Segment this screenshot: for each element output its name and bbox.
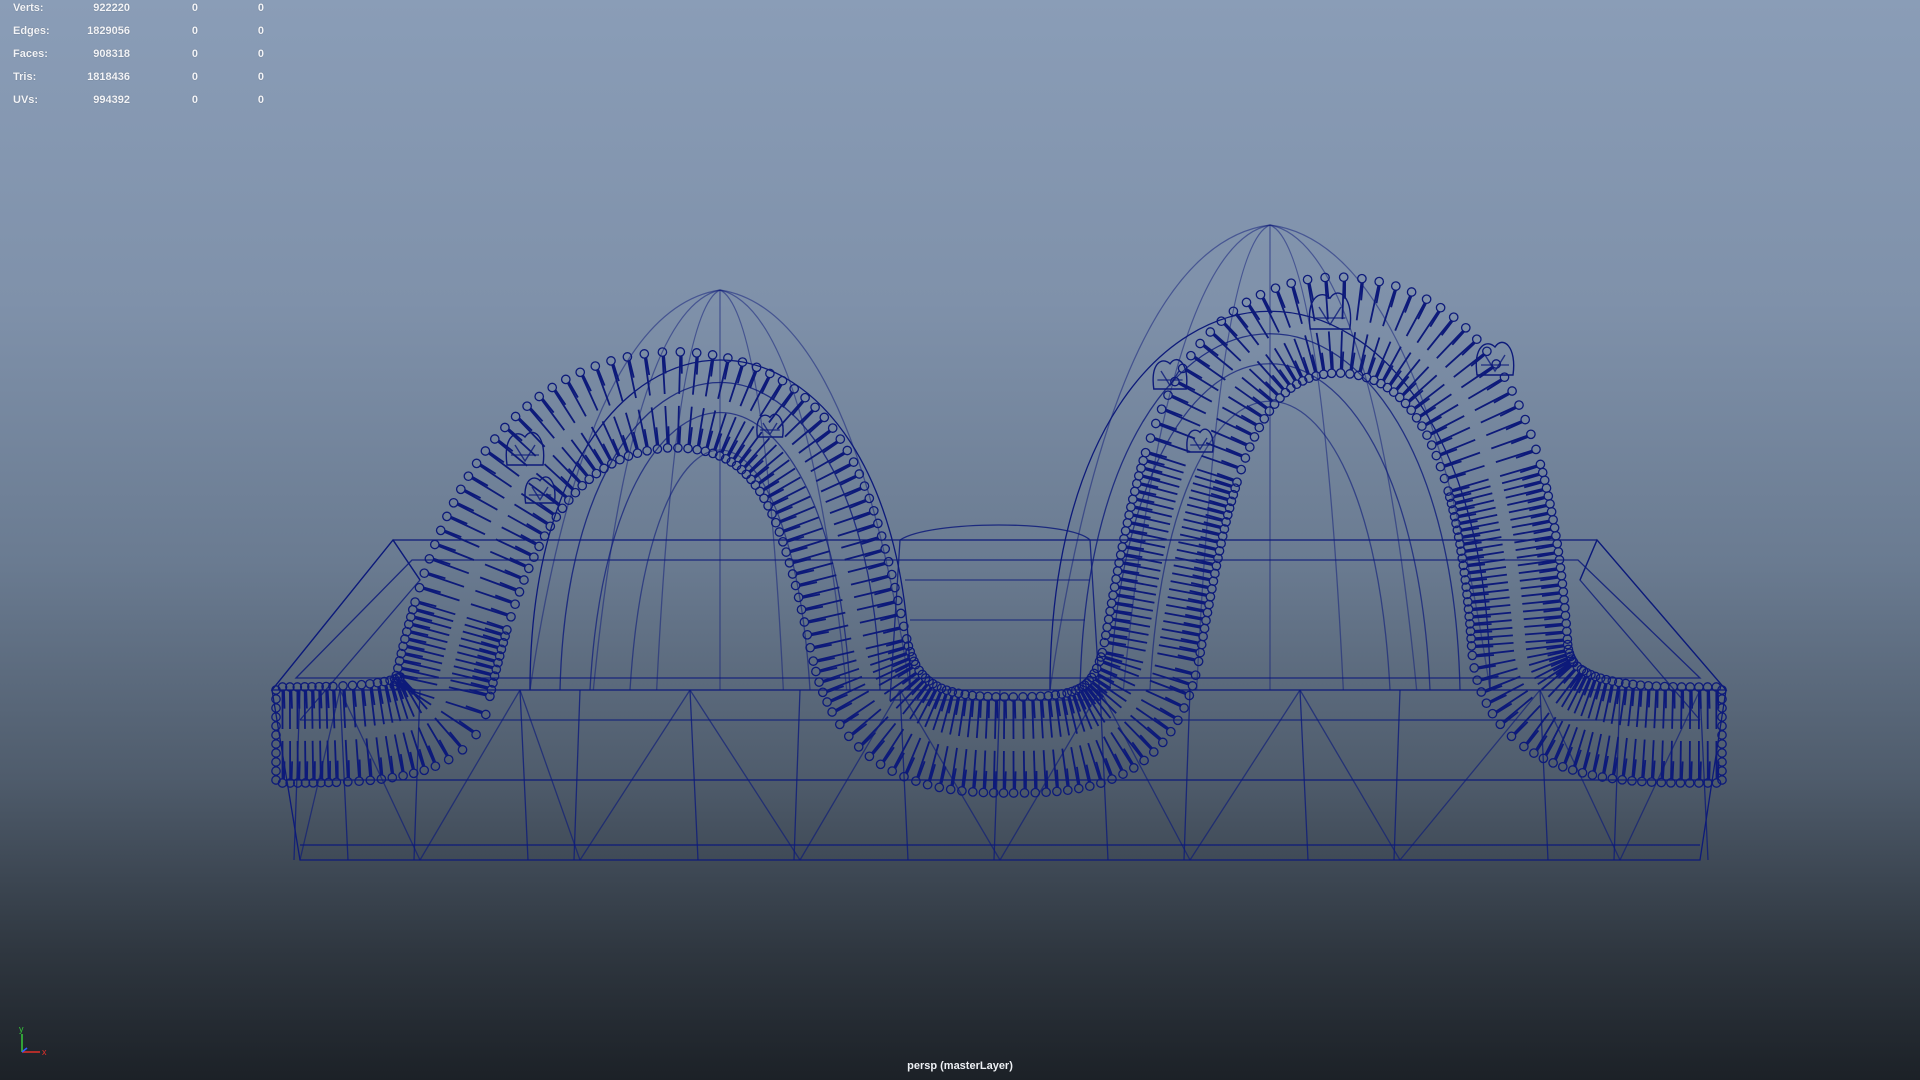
- viewport-panel[interactable]: Verts: 922220 0 0 Edges: 1829056 0 0 Fac…: [0, 0, 1920, 1080]
- surface-bumps: [505, 292, 1515, 504]
- y-axis-label: y: [19, 1024, 24, 1034]
- camera-name-label: persp (masterLayer): [907, 1060, 1013, 1072]
- wireframe-mesh[interactable]: [0, 0, 1920, 1080]
- outer-shell-wireframe: [529, 224, 1491, 701]
- axis-gizmo: y x: [19, 1024, 47, 1057]
- x-axis-label: x: [42, 1047, 47, 1057]
